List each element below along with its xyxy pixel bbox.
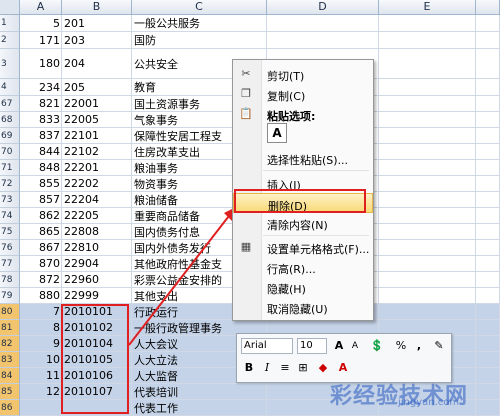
watermark-url: jingyan.com <box>398 397 460 408</box>
copy-icon: ❐ <box>241 87 251 100</box>
percent-button[interactable]: % <box>393 338 409 354</box>
clipboard-icon: 📋 <box>239 107 253 120</box>
font-size-box[interactable]: 10 <box>297 338 327 354</box>
mini-toolbar: Arial 10 A A 💲 % , ✎ B I ≡ ⊞ ◆ A <box>236 333 452 383</box>
menu-item-copy[interactable]: ❐ 复制(C) <box>233 84 373 104</box>
menu-item-unhide[interactable]: 取消隐藏(U) <box>233 297 373 317</box>
menu-item-row-height[interactable]: 行高(R)... <box>233 257 373 277</box>
italic-button[interactable]: I <box>259 360 275 376</box>
font-color-icon[interactable]: A <box>335 360 351 376</box>
scissors-icon: ✂ <box>241 67 251 80</box>
shrink-font-button[interactable]: A <box>347 338 363 354</box>
currency-icon[interactable]: 💲 <box>369 338 385 354</box>
borders-icon[interactable]: ⊞ <box>295 360 311 376</box>
menu-item-format-cells[interactable]: ▦ 设置单元格格式(F)... <box>233 237 373 257</box>
grow-font-button[interactable]: A <box>331 338 347 354</box>
comma-button[interactable]: , <box>411 338 427 354</box>
align-center-icon[interactable]: ≡ <box>277 360 293 376</box>
annotation-box-delete <box>234 189 366 213</box>
bold-button[interactable]: B <box>241 360 257 376</box>
fill-color-icon[interactable]: ◆ <box>315 360 331 376</box>
menu-item-paste-special[interactable]: 选择性粘贴(S)... <box>233 148 373 168</box>
menu-item-hide[interactable]: 隐藏(H) <box>233 277 373 297</box>
menu-item-clear-contents[interactable]: 清除内容(N) <box>233 213 373 233</box>
menu-item-cut[interactable]: ✂ 剪切(T) <box>233 64 373 84</box>
paste-values-button[interactable]: A <box>267 123 287 143</box>
font-name-box[interactable]: Arial <box>241 338 293 354</box>
format-painter-icon[interactable]: ✎ <box>431 338 447 354</box>
format-cells-icon: ▦ <box>240 240 252 253</box>
menu-item-paste-options: 📋 粘贴选项: <box>239 107 316 123</box>
